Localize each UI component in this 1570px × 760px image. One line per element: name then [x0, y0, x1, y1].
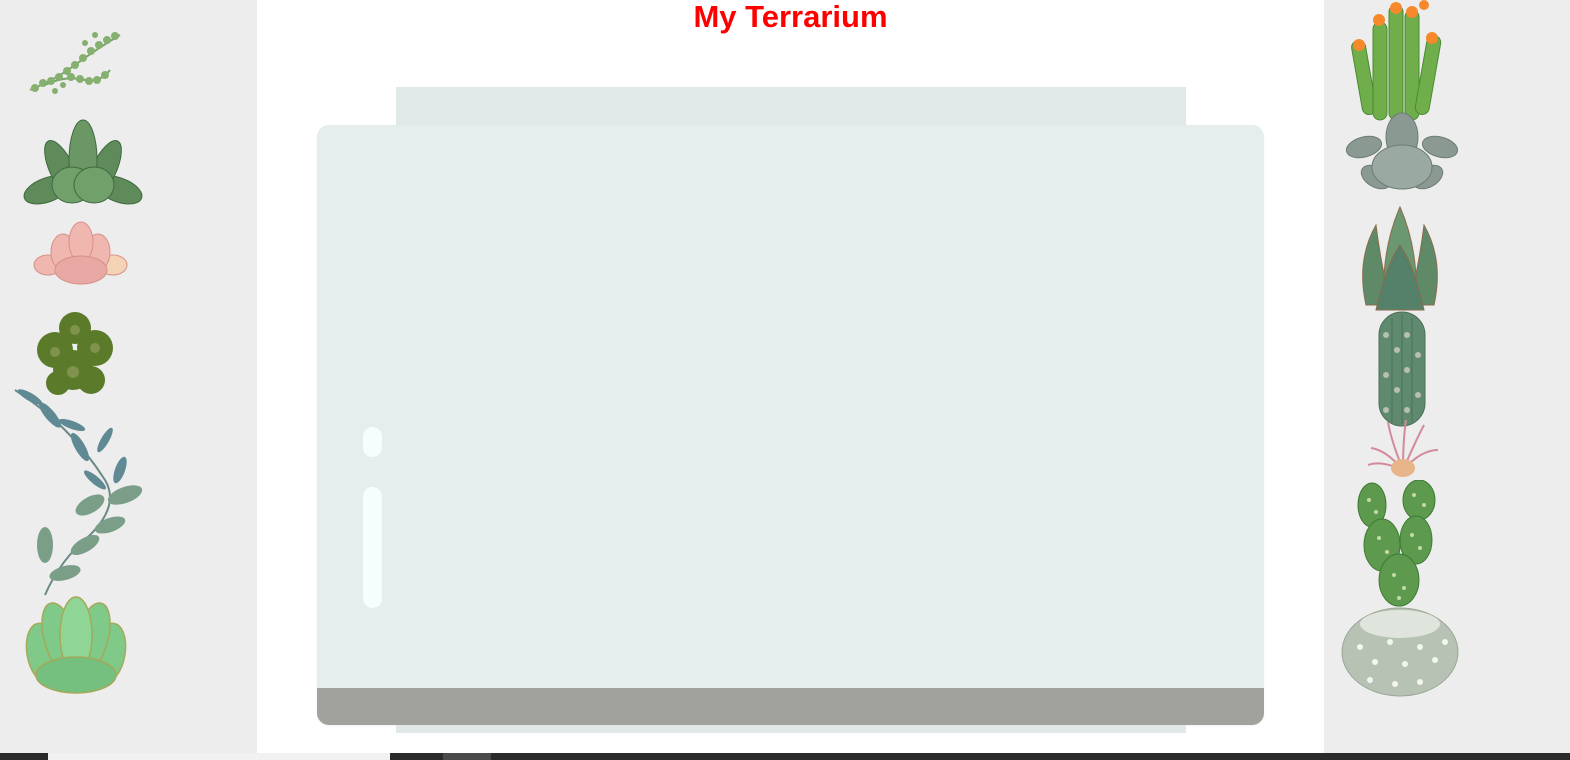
jar-bottom	[396, 725, 1186, 733]
aloe-succulent-icon[interactable]	[1356, 205, 1444, 313]
right-plant-container	[1324, 0, 1570, 753]
taskbar-browser-tab[interactable]	[48, 753, 390, 760]
prickly-pear-cactus-icon[interactable]	[1354, 480, 1444, 608]
dirt	[317, 688, 1264, 725]
light-green-echeveria-icon[interactable]	[25, 593, 127, 698]
jar-glossy-short	[363, 427, 382, 457]
round-white-cactus-icon[interactable]	[1340, 602, 1460, 698]
jar-walls	[317, 125, 1264, 725]
taskbar	[0, 753, 1570, 760]
grey-rosette-succulent-icon[interactable]	[1346, 112, 1458, 198]
air-plant-icon[interactable]	[1366, 420, 1441, 480]
eucalyptus-branch-plant-icon[interactable]	[10, 385, 145, 600]
left-plant-container	[0, 0, 257, 753]
page-title: My Terrarium	[693, 0, 888, 34]
taskbar-app-button[interactable]	[443, 753, 491, 760]
jar-top	[396, 87, 1186, 127]
columnar-cactus-icon[interactable]	[1364, 310, 1439, 428]
orange-flower-cactus-icon[interactable]	[1349, 0, 1444, 125]
pink-succulent-icon[interactable]	[33, 220, 128, 288]
jar-glossy-long	[363, 487, 382, 608]
green-rosette-succulent-icon[interactable]	[22, 115, 144, 213]
string-of-pearls-plant-icon[interactable]	[25, 25, 125, 100]
